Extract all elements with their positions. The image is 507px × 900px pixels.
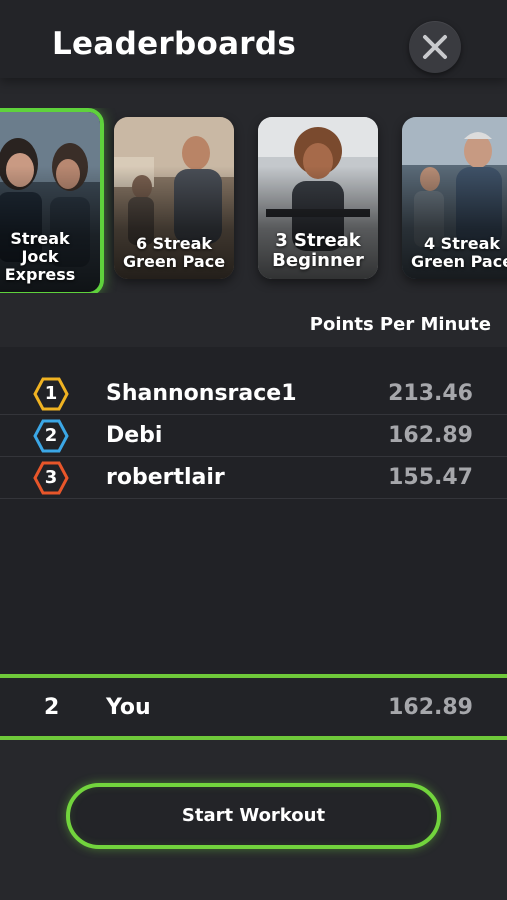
- workout-card-3-streak-beginner[interactable]: 3 Streak Beginner: [258, 117, 378, 279]
- leaderboard-row[interactable]: 1 Shannonsrace1 213.46: [0, 373, 507, 415]
- metric-title: Points Per Minute: [309, 314, 491, 335]
- workout-carousel[interactable]: Streak Jock Express 6 Streak Green Pace …: [0, 108, 507, 293]
- player-name: Debi: [106, 423, 163, 448]
- player-score: 162.89: [388, 423, 473, 448]
- rank-number: 3: [44, 467, 58, 488]
- rank-number: 2: [44, 425, 58, 446]
- close-button[interactable]: [409, 21, 461, 73]
- leaderboard-row[interactable]: 2 Debi 162.89: [0, 415, 507, 457]
- my-rank: 2: [44, 695, 60, 720]
- workout-card-label: 6 Streak Green Pace: [122, 234, 226, 271]
- leaderboard-row[interactable]: 3 robertlair 155.47: [0, 457, 507, 499]
- workout-card-label: 3 Streak Beginner: [272, 230, 364, 271]
- workout-card-4-streak-green-pace[interactable]: 4 Streak Green Pace: [402, 117, 507, 279]
- workout-card-label: 4 Streak Green Pace: [410, 234, 507, 271]
- header-bar: Leaderboards: [0, 0, 507, 78]
- player-name: robertlair: [106, 465, 225, 490]
- workout-card-6-streak-green-pace[interactable]: 6 Streak Green Pace: [114, 117, 234, 279]
- my-score: 162.89: [388, 695, 473, 720]
- rank-badge-gold: 1: [33, 376, 69, 412]
- row-divider: [0, 498, 507, 499]
- rank-number: 1: [44, 383, 58, 404]
- my-name: You: [106, 695, 151, 720]
- workout-card-label: Streak Jock Express: [4, 229, 76, 284]
- player-score: 213.46: [388, 381, 473, 406]
- my-rank-bar: 2 You 162.89: [0, 674, 507, 740]
- page-title: Leaderboards: [52, 26, 297, 62]
- close-icon: [423, 35, 447, 59]
- rank-badge-orange: 3: [33, 460, 69, 496]
- workout-card-streak-jock-express[interactable]: Streak Jock Express: [0, 108, 104, 293]
- rank-badge-blue: 2: [33, 418, 69, 454]
- player-score: 155.47: [388, 465, 473, 490]
- start-workout-button[interactable]: Start Workout: [66, 783, 441, 849]
- leaderboard-list: 1 Shannonsrace1 213.46 2 Debi 162.89 3 r…: [0, 347, 507, 674]
- player-name: Shannonsrace1: [106, 381, 297, 406]
